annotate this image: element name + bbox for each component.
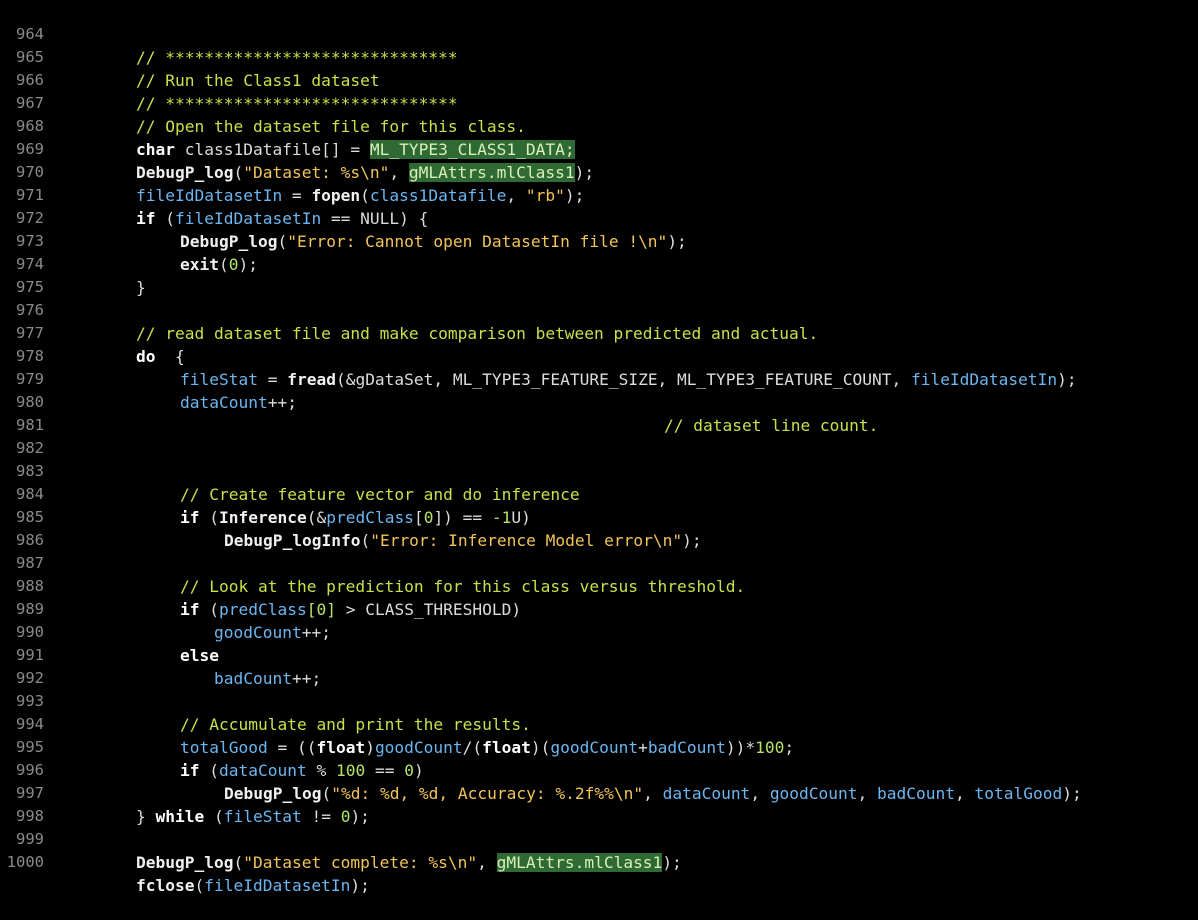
variable: fileIdDatasetIn (204, 876, 351, 895)
code-line[interactable]: 983 // Create feature vector and do infe… (0, 437, 1198, 504)
code-line[interactable]: 1000 fclose(fileIdDatasetIn); (0, 828, 1198, 895)
code-line[interactable]: 964 // ****************************** (0, 0, 1198, 67)
code-line[interactable]: 997 } while (fileStat != 0); (0, 759, 1198, 826)
line-number: 1000 (6, 853, 44, 871)
punctuation: ( (194, 876, 205, 895)
punctuation: ); (350, 876, 370, 895)
code-line[interactable]: 984 if (Inference(&predClass[0]) == -1U) (0, 460, 1198, 527)
code-editor[interactable]: 964 // ****************************** 96… (0, 0, 1198, 895)
function-name: fclose (136, 876, 195, 895)
code-line[interactable]: 980 (0, 368, 1198, 411)
code-line[interactable]: 992 (0, 644, 1198, 687)
code-line[interactable]: 998 (0, 782, 1198, 825)
code-line[interactable]: 981 (0, 391, 1198, 434)
code-line[interactable]: 989 goodCount++; (0, 575, 1198, 642)
code-line[interactable]: 994 totalGood = ((float)goodCount/(float… (0, 690, 1198, 757)
code-line[interactable]: 978 fileStat = fread(&gDataSet, ML_TYPE3… (0, 322, 1198, 389)
code-line[interactable]: 979 dataCount++; // dataset line count. (0, 345, 1198, 435)
code-line[interactable]: 996 DebugP_log("%d: %d, %d, Accuracy: %.… (0, 736, 1198, 803)
code-line[interactable]: 968 char class1Datafile[] = ML_TYPE3_CLA… (0, 92, 1198, 159)
code-line[interactable]: 965 // Run the Class1 dataset (0, 23, 1198, 90)
code-line[interactable]: 976 // read dataset file and make compar… (0, 276, 1198, 343)
code-line[interactable]: 990 else (0, 598, 1198, 665)
code-line[interactable]: 970 fileIdDatasetIn = fopen(class1Datafi… (0, 138, 1198, 205)
code-line[interactable]: 986 (0, 506, 1198, 549)
code-line[interactable]: 971 if (fileIdDatasetIn == NULL) { (0, 161, 1198, 228)
code-line[interactable]: 985 DebugP_logInfo("Error: Inference Mod… (0, 483, 1198, 550)
code-line[interactable]: 972 DebugP_log("Error: Cannot open Datas… (0, 184, 1198, 251)
code-line[interactable]: 975 (0, 253, 1198, 296)
code-text: DebugP_log("Dataset complete: %s\n", gML… (136, 851, 682, 874)
code-text: fclose(fileIdDatasetIn); (136, 874, 370, 897)
code-line[interactable]: 969 DebugP_log("Dataset: %s\n", gMLAttrs… (0, 115, 1198, 182)
code-line[interactable]: 999 DebugP_log("Dataset complete: %s\n",… (0, 805, 1198, 872)
code-line[interactable]: 991 badCount++; (0, 621, 1198, 688)
code-line[interactable]: 995 if (dataCount % 100 == 0) (0, 713, 1198, 780)
code-line[interactable]: 982 (0, 414, 1198, 457)
code-line[interactable]: 977 do { (0, 299, 1198, 366)
code-line[interactable]: 966 // ****************************** (0, 46, 1198, 113)
code-line[interactable]: 987 // Look at the prediction for this c… (0, 529, 1198, 596)
code-line[interactable]: 974 } (0, 230, 1198, 297)
code-line[interactable]: 967 // Open the dataset file for this cl… (0, 69, 1198, 136)
code-line[interactable]: 988 if (predClass[0] > CLASS_THRESHOLD) (0, 552, 1198, 619)
code-line[interactable]: 993 // Accumulate and print the results. (0, 667, 1198, 734)
code-line[interactable]: 973 exit(0); (0, 207, 1198, 274)
